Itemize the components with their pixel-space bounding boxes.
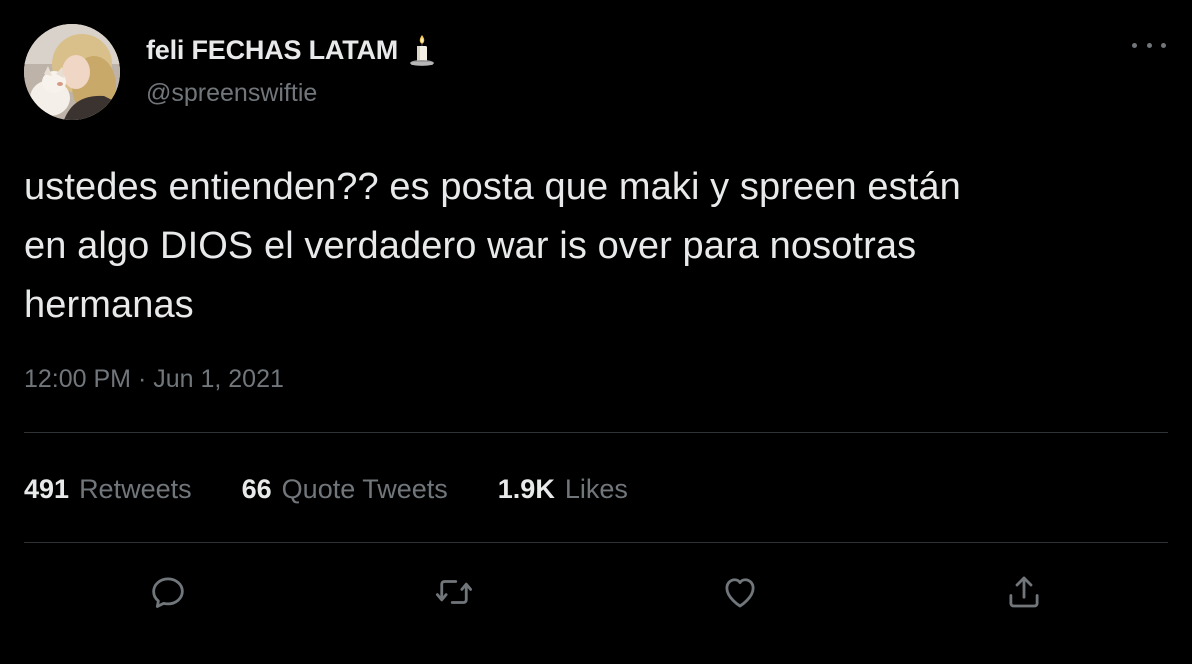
retweet-button[interactable] [430,568,478,616]
likes-count: 1.9K [497,474,555,504]
author-block: feli FECHAS LATAM @spreenswiftie [146,33,436,108]
share-button[interactable] [1000,568,1048,616]
quote-tweets-label: Quote Tweets [281,474,448,504]
quote-tweets-count: 66 [241,474,272,504]
tweet-timestamp[interactable]: 12:00 PM · Jun 1, 2021 [24,365,284,394]
retweet-icon [435,580,473,604]
reply-icon [152,577,184,608]
more-options-icon[interactable] [1132,34,1166,56]
display-name-row: feli FECHAS LATAM [146,33,436,67]
tweet-text: ustedes entienden?? es posta que maki y … [24,158,1164,335]
share-icon [1009,576,1039,608]
engagement-stats: 491 Retweets 66 Quote Tweets 1.9K Likes [24,474,678,505]
quote-tweets-stat[interactable]: 66 Quote Tweets [242,474,448,505]
retweets-count: 491 [24,474,70,504]
display-name[interactable]: feli FECHAS LATAM [146,35,398,66]
tweet-text-line: ustedes entienden?? es posta que maki y … [24,166,961,208]
avatar-image [24,24,120,120]
retweets-stat[interactable]: 491 Retweets [24,474,192,505]
tweet-text-line: en algo DIOS el verdadero war is over pa… [24,225,917,267]
action-bar [0,568,1192,620]
like-icon [725,578,755,608]
divider [24,542,1168,543]
likes-label: Likes [564,474,628,504]
retweets-label: Retweets [79,474,192,504]
divider [24,432,1168,433]
tweet-card: feli FECHAS LATAM @spreenswiftie ustedes… [0,0,1192,664]
candle-icon [408,33,436,67]
reply-button[interactable] [144,568,192,616]
likes-stat[interactable]: 1.9K Likes [498,474,628,505]
like-button[interactable] [716,568,764,616]
avatar[interactable] [24,24,120,120]
user-handle[interactable]: @spreenswiftie [146,79,436,108]
tweet-text-line: hermanas [24,284,194,326]
